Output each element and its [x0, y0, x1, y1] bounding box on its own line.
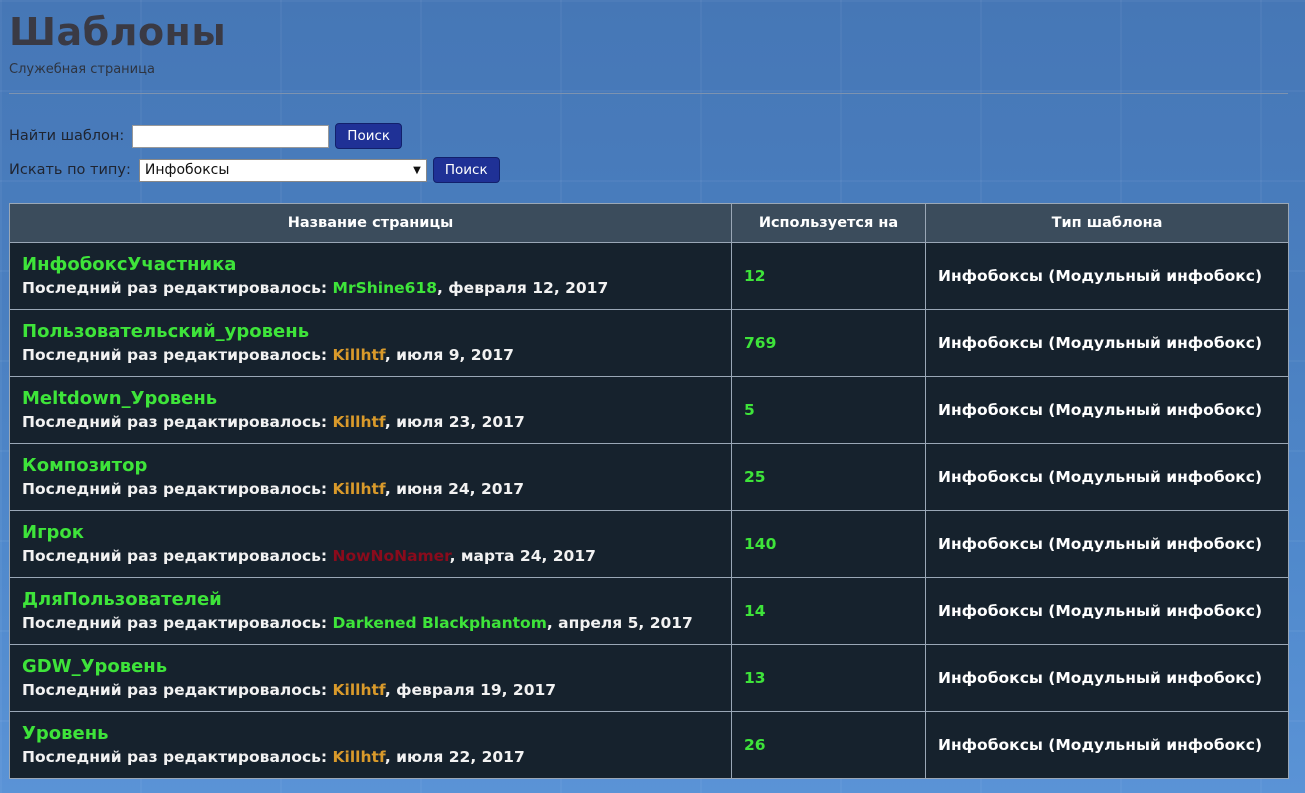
table-row: Композитор Последний раз редактировалось… — [9, 443, 1289, 511]
template-link[interactable]: Meltdown_Уровень — [22, 387, 719, 410]
usage-count-link[interactable]: 14 — [731, 577, 926, 645]
edit-date: , июля 9, 2017 — [384, 345, 514, 364]
type-filter-label: Искать по типу: — [9, 162, 131, 178]
template-link[interactable]: ИнфобоксУчастника — [22, 253, 719, 276]
last-edited-line: Последний раз редактировалось: MrShine61… — [22, 276, 719, 300]
table-body: ИнфобоксУчастника Последний раз редактир… — [9, 242, 1289, 779]
template-link[interactable]: Композитор — [22, 454, 719, 477]
usage-count-link[interactable]: 13 — [731, 644, 926, 712]
page-subtitle: Служебная страница — [9, 62, 155, 77]
template-link[interactable]: GDW_Уровень — [22, 655, 719, 678]
search-input[interactable] — [132, 124, 330, 148]
usage-count-link[interactable]: 5 — [731, 376, 926, 444]
template-type-cell: Инфобоксы (Модульный инфобокс) — [925, 577, 1289, 645]
page-title: Шаблоны — [9, 10, 227, 54]
page-name-cell: Игрок Последний раз редактировалось: Now… — [9, 510, 732, 578]
chevron-down-icon: ▼ — [413, 164, 421, 176]
template-type-cell: Инфобоксы (Модульный инфобокс) — [925, 376, 1289, 444]
table-row: Meltdown_Уровень Последний раз редактиро… — [9, 376, 1289, 444]
last-edited-line: Последний раз редактировалось: Killhtf, … — [22, 745, 719, 769]
table-row: Уровень Последний раз редактировалось: K… — [9, 711, 1289, 779]
table-row: Пользовательский_уровень Последний раз р… — [9, 309, 1289, 377]
page-content: Шаблоны Служебная страница Найти шаблон:… — [9, 0, 1288, 184]
page-name-cell: Уровень Последний раз редактировалось: K… — [9, 711, 732, 779]
editor-user-link[interactable]: Killhtf — [333, 480, 385, 498]
search-row: Найти шаблон: Поиск — [9, 122, 1288, 150]
last-edited-label: Последний раз редактировалось: — [22, 546, 333, 565]
page-name-cell: Пользовательский_уровень Последний раз р… — [9, 309, 732, 377]
template-type-cell: Инфобоксы (Модульный инфобокс) — [925, 443, 1289, 511]
template-link[interactable]: Игрок — [22, 521, 719, 544]
type-select[interactable]: Инфобоксы ▼ — [138, 158, 427, 182]
editor-user-link[interactable]: Killhtf — [333, 346, 385, 364]
last-edited-line: Последний раз редактировалось: Killhtf, … — [22, 678, 719, 702]
divider — [9, 93, 1288, 94]
templates-table: Название страницы Используется на Тип ша… — [9, 203, 1289, 779]
last-edited-line: Последний раз редактировалось: NowNoName… — [22, 544, 719, 568]
page-name-cell: Meltdown_Уровень Последний раз редактиро… — [9, 376, 732, 444]
edit-date: , февраля 19, 2017 — [384, 680, 557, 699]
editor-user-link[interactable]: Killhtf — [333, 748, 385, 766]
edit-date: , марта 24, 2017 — [449, 546, 596, 565]
table-header-row: Название страницы Используется на Тип ша… — [9, 203, 1289, 243]
type-select-value: Инфобоксы — [144, 162, 230, 178]
usage-count-link[interactable]: 769 — [731, 309, 926, 377]
page-name-cell: ДляПользователей Последний раз редактиро… — [9, 577, 732, 645]
edit-date: , июля 22, 2017 — [384, 747, 525, 766]
editor-user-link[interactable]: Killhtf — [333, 413, 385, 431]
last-edited-label: Последний раз редактировалось: — [22, 479, 333, 498]
table-row: Игрок Последний раз редактировалось: Now… — [9, 510, 1289, 578]
edit-date: , июня 24, 2017 — [384, 479, 525, 498]
template-type-cell: Инфобоксы (Модульный инфобокс) — [925, 711, 1289, 779]
usage-count-link[interactable]: 140 — [731, 510, 926, 578]
template-link[interactable]: Пользовательский_уровень — [22, 320, 719, 343]
search-label: Найти шаблон: — [9, 128, 125, 144]
editor-user-link[interactable]: Darkened Blackphantom — [333, 614, 547, 632]
table-row: GDW_Уровень Последний раз редактировалос… — [9, 644, 1289, 712]
edit-date: , февраля 12, 2017 — [437, 278, 609, 297]
page-name-cell: Композитор Последний раз редактировалось… — [9, 443, 732, 511]
table-row: ДляПользователей Последний раз редактиро… — [9, 577, 1289, 645]
usage-count-link[interactable]: 26 — [731, 711, 926, 779]
usage-count-link[interactable]: 12 — [731, 242, 926, 310]
usage-count-link[interactable]: 25 — [731, 443, 926, 511]
editor-user-link[interactable]: Killhtf — [333, 681, 385, 699]
template-type-cell: Инфобоксы (Модульный инфобокс) — [925, 510, 1289, 578]
template-link[interactable]: Уровень — [22, 722, 719, 745]
edit-date: , апреля 5, 2017 — [546, 613, 693, 632]
last-edited-line: Последний раз редактировалось: Killhtf, … — [22, 410, 719, 434]
header-page-name[interactable]: Название страницы — [9, 203, 732, 243]
last-edited-label: Последний раз редактировалось: — [22, 680, 333, 699]
edit-date: , июля 23, 2017 — [384, 412, 525, 431]
type-search-button[interactable]: Поиск — [432, 157, 500, 183]
search-button[interactable]: Поиск — [335, 123, 403, 149]
template-type-cell: Инфобоксы (Модульный инфобокс) — [925, 242, 1289, 310]
editor-user-link[interactable]: MrShine618 — [333, 279, 437, 297]
last-edited-label: Последний раз редактировалось: — [22, 613, 333, 632]
template-type-cell: Инфобоксы (Модульный инфобокс) — [925, 309, 1289, 377]
template-type-cell: Инфобоксы (Модульный инфобокс) — [925, 644, 1289, 712]
last-edited-label: Последний раз редактировалось: — [22, 747, 333, 766]
header-used-on[interactable]: Используется на — [731, 203, 926, 243]
page-name-cell: ИнфобоксУчастника Последний раз редактир… — [9, 242, 732, 310]
template-link[interactable]: ДляПользователей — [22, 588, 719, 611]
last-edited-label: Последний раз редактировалось: — [22, 345, 333, 364]
last-edited-label: Последний раз редактировалось: — [22, 412, 333, 431]
editor-user-link[interactable]: NowNoNamer — [333, 547, 450, 565]
page-name-cell: GDW_Уровень Последний раз редактировалос… — [9, 644, 732, 712]
last-edited-line: Последний раз редактировалось: Killhtf, … — [22, 477, 719, 501]
type-filter-row: Искать по типу: Инфобоксы ▼ Поиск — [9, 156, 1288, 184]
last-edited-line: Последний раз редактировалось: Killhtf, … — [22, 343, 719, 367]
header-template-type[interactable]: Тип шаблона — [925, 203, 1289, 243]
last-edited-label: Последний раз редактировалось: — [22, 278, 333, 297]
table-row: ИнфобоксУчастника Последний раз редактир… — [9, 242, 1289, 310]
last-edited-line: Последний раз редактировалось: Darkened … — [22, 611, 719, 635]
